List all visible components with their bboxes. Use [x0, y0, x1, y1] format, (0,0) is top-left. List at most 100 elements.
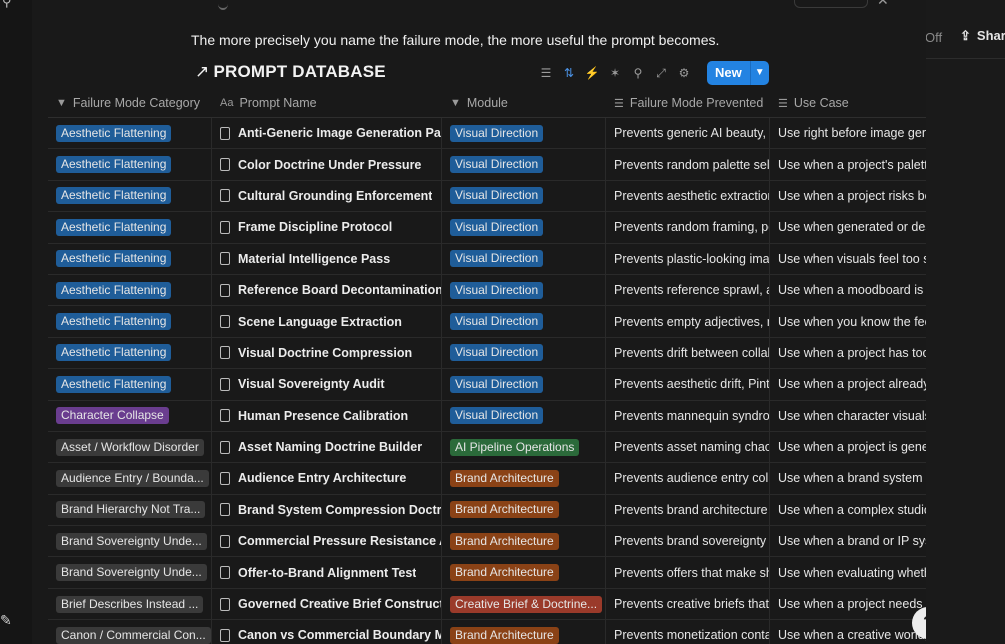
category-cell[interactable]: Asset / Workflow Disorder [48, 431, 212, 463]
failure-mode-cell[interactable]: Prevents generic AI beauty, ov [606, 118, 770, 149]
use-case-cell[interactable]: Use when evaluating wheth [770, 557, 926, 587]
search-icon[interactable]: ⚲ [2, 0, 12, 10]
prompt-name-cell[interactable]: Scene Language Extraction [212, 306, 442, 337]
use-case-cell[interactable]: Use when visuals feel too sl [770, 244, 926, 274]
prompt-name[interactable]: Audience Entry Architecture [238, 471, 406, 485]
module-cell[interactable]: Visual Direction [442, 337, 606, 369]
module-cell[interactable]: Visual Direction [442, 212, 606, 243]
prompt-name-cell[interactable]: Offer-to-Brand Alignment Test [212, 557, 442, 588]
use-case-cell[interactable]: Use right before image gene [770, 118, 926, 148]
failure-mode-cell[interactable]: Prevents aesthetic drift, Pinter [606, 369, 770, 400]
table-row[interactable]: Asset / Workflow Disorder Asset Naming Do… [48, 431, 926, 464]
module-cell[interactable]: Visual Direction [442, 369, 606, 400]
ai-icon[interactable]: ✶ [607, 65, 623, 81]
prompt-name[interactable]: Brand System Compression Doctrine [238, 503, 441, 517]
column-header-failure-mode[interactable]: ☰ Failure Mode Prevented [606, 89, 770, 117]
prompt-name[interactable]: Asset Naming Doctrine Builder [238, 440, 422, 454]
table-row[interactable]: Aesthetic Flattening Color Doctrine Under… [48, 149, 926, 181]
prompt-name-cell[interactable]: Reference Board Decontamination [212, 274, 442, 306]
module-cell[interactable]: Visual Direction [442, 400, 606, 431]
prompt-name[interactable]: Color Doctrine Under Pressure [238, 158, 421, 172]
chevron-down-icon[interactable]: ▼ [749, 61, 769, 85]
module-cell[interactable]: Brand Architecture [442, 557, 606, 588]
failure-mode-cell[interactable]: Prevents random framing, pos [606, 212, 770, 243]
prompt-name[interactable]: Anti-Generic Image Generation Pack [238, 126, 441, 140]
prompt-name[interactable]: Visual Sovereignty Audit [238, 377, 385, 391]
table-row[interactable]: Aesthetic Flattening Scene Language Extra… [48, 306, 926, 338]
table-row[interactable]: Aesthetic Flattening Frame Discipline Pro… [48, 212, 926, 244]
use-case-cell[interactable]: Use when a brand system c [770, 463, 926, 493]
prompt-name-cell[interactable]: Canon vs Commercial Boundary Map [212, 620, 442, 644]
prompt-name[interactable]: Material Intelligence Pass [238, 252, 390, 266]
table-row[interactable]: Aesthetic Flattening Anti-Generic Image G… [48, 118, 926, 150]
category-cell[interactable]: Brand Hierarchy Not Tra... [48, 494, 212, 526]
failure-mode-cell[interactable]: Prevents brand sovereignty co [606, 526, 770, 557]
category-cell[interactable]: Aesthetic Flattening [48, 118, 212, 149]
category-cell[interactable]: Brand Sovereignty Unde... [48, 526, 212, 557]
sort-icon[interactable]: ⇅ [561, 65, 577, 81]
category-cell[interactable]: Aesthetic Flattening [48, 369, 212, 400]
category-cell[interactable]: Aesthetic Flattening [48, 180, 212, 212]
category-cell[interactable]: Audience Entry / Bounda... [48, 463, 212, 494]
category-cell[interactable]: Aesthetic Flattening [48, 212, 212, 243]
prompt-name-cell[interactable]: Visual Sovereignty Audit [212, 369, 442, 400]
use-case-cell[interactable]: Use when a project needs a [770, 589, 926, 619]
failure-mode-cell[interactable]: Prevents plastic-looking image [606, 243, 770, 274]
prompt-name-cell[interactable]: Commercial Pressure Resistance Audit [212, 526, 442, 557]
prompt-name-cell[interactable]: Brand System Compression Doctrine [212, 494, 442, 526]
module-cell[interactable]: Brand Architecture [442, 620, 606, 644]
failure-mode-cell[interactable]: Prevents aesthetic extraction, [606, 180, 770, 212]
module-cell[interactable]: AI Pipeline Operations [442, 431, 606, 463]
prompt-name[interactable]: Offer-to-Brand Alignment Test [238, 566, 416, 580]
use-case-cell[interactable]: Use when character visuals [770, 401, 926, 431]
module-cell[interactable]: Visual Direction [442, 180, 606, 212]
failure-mode-cell[interactable]: Prevents random palette selec [606, 149, 770, 180]
module-cell[interactable]: Visual Direction [442, 149, 606, 180]
automation-icon[interactable]: ⚡ [584, 65, 600, 81]
close-icon[interactable]: ✕ [877, 0, 889, 9]
module-cell[interactable]: Visual Direction [442, 118, 606, 149]
database-title[interactable]: ↗ PROMPT DATABASE [195, 62, 386, 82]
use-case-cell[interactable]: Use when a moodboard is c [770, 275, 926, 305]
prompt-name-cell[interactable]: Human Presence Calibration [212, 400, 442, 431]
table-row[interactable]: Aesthetic Flattening Visual Doctrine Comp… [48, 337, 926, 370]
prompt-name-cell[interactable]: Cultural Grounding Enforcement [212, 180, 442, 212]
category-cell[interactable]: Aesthetic Flattening [48, 274, 212, 306]
prompt-name-cell[interactable]: Asset Naming Doctrine Builder [212, 431, 442, 463]
prompt-name-cell[interactable]: Governed Creative Brief Constructor [212, 588, 442, 620]
module-cell[interactable]: Brand Architecture [442, 494, 606, 526]
settings-icon[interactable]: ⚙ [676, 65, 692, 81]
category-cell[interactable]: Canon / Commercial Con... [48, 620, 212, 644]
top-button[interactable] [794, 0, 868, 8]
expand-icon[interactable]: ⤢ [653, 65, 669, 81]
category-cell[interactable]: Aesthetic Flattening [48, 149, 212, 180]
category-cell[interactable]: Aesthetic Flattening [48, 306, 212, 337]
prompt-name[interactable]: Canon vs Commercial Boundary Map [238, 628, 441, 642]
share-button[interactable]: ⇪ Share [960, 28, 1005, 44]
prompt-name[interactable]: Scene Language Extraction [238, 315, 402, 329]
module-cell[interactable]: Visual Direction [442, 243, 606, 274]
filter-icon[interactable]: ☰ [538, 65, 554, 81]
table-row[interactable]: Audience Entry / Bounda... Audience Entry… [48, 463, 926, 495]
use-case-cell[interactable]: Use when a project is gener [770, 432, 926, 462]
column-header-module[interactable]: ▼ Module [442, 89, 606, 117]
table-row[interactable]: Brand Sovereignty Unde... Offer-to-Brand … [48, 557, 926, 589]
prompt-name[interactable]: Commercial Pressure Resistance Audit [238, 534, 441, 548]
category-cell[interactable]: Brand Sovereignty Unde... [48, 557, 212, 588]
prompt-name[interactable]: Governed Creative Brief Constructor [238, 597, 441, 611]
module-cell[interactable]: Visual Direction [442, 274, 606, 306]
column-header-category[interactable]: ▼ Failure Mode Category [48, 89, 212, 117]
prompt-name[interactable]: Human Presence Calibration [238, 409, 408, 423]
use-case-cell[interactable]: Use when generated or des [770, 212, 926, 242]
prompt-name[interactable]: Visual Doctrine Compression [238, 346, 412, 360]
table-row[interactable]: Brief Describes Instead ... Governed Crea… [48, 588, 926, 621]
failure-mode-cell[interactable]: Prevents creative briefs that d [606, 588, 770, 620]
failure-mode-cell[interactable]: Prevents reference sprawl, aes [606, 274, 770, 306]
table-row[interactable]: Aesthetic Flattening Visual Sovereignty A… [48, 369, 926, 401]
use-case-cell[interactable]: Use when a complex studio [770, 495, 926, 525]
category-cell[interactable]: Brief Describes Instead ... [48, 588, 212, 620]
table-row[interactable]: Brand Hierarchy Not Tra... Brand System C… [48, 494, 926, 527]
module-cell[interactable]: Brand Architecture [442, 526, 606, 557]
table-row[interactable]: Character Collapse Human Presence Calibra… [48, 400, 926, 432]
prompt-name-cell[interactable]: Material Intelligence Pass [212, 243, 442, 274]
